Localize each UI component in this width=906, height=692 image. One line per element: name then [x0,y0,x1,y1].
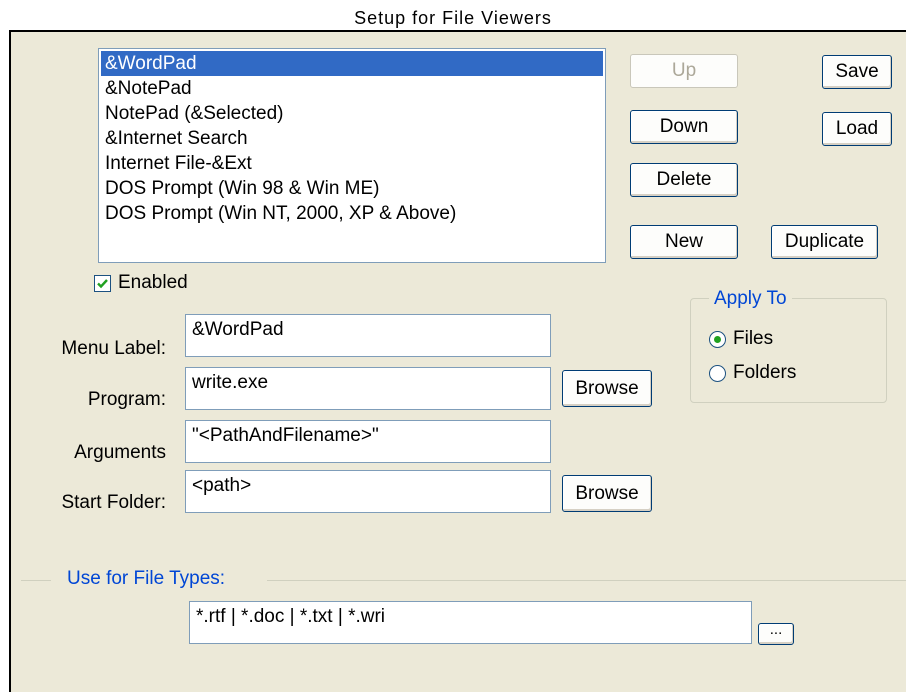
radio-selected-icon [714,336,721,343]
menu-label-input[interactable]: &WordPad [185,314,551,357]
browse-program-button[interactable]: Browse [562,370,652,407]
checkmark-icon [97,279,108,289]
load-button[interactable]: Load [822,112,892,146]
up-button[interactable]: Up [630,54,738,88]
apply-to-title: Apply To [709,288,792,310]
enabled-label: Enabled [118,272,188,293]
save-button[interactable]: Save [822,55,892,89]
viewer-list[interactable]: &WordPad &NotePad NotePad (&Selected) &I… [98,48,606,263]
start-folder-label: Start Folder: [61,492,166,513]
enabled-checkbox[interactable] [94,275,111,292]
files-radio[interactable] [709,331,726,348]
folders-radio-label: Folders [733,362,797,383]
list-item[interactable]: NotePad (&Selected) [101,101,603,126]
file-types-title: Use for File Types: [67,568,226,589]
list-item[interactable]: Internet File-&Ext [101,151,603,176]
list-item[interactable]: &WordPad [101,51,603,76]
list-item[interactable]: DOS Prompt (Win NT, 2000, XP & Above) [101,201,603,226]
file-types-input[interactable]: *.rtf | *.doc | *.txt | *.wri [189,601,752,644]
list-item[interactable]: &NotePad [101,76,603,101]
files-radio-label: Files [733,328,774,349]
down-button[interactable]: Down [630,110,738,144]
divider [267,580,906,581]
program-input[interactable]: write.exe [185,367,551,410]
setup-dialog: &WordPad &NotePad NotePad (&Selected) &I… [9,30,906,692]
file-types-more-button[interactable]: ... [758,622,794,645]
divider [21,580,51,581]
program-label: Program: [87,389,166,410]
menu-label-label: Menu Label: [61,338,166,359]
start-folder-input[interactable]: <path> [185,470,551,513]
folders-radio[interactable] [709,365,726,382]
browse-folder-button[interactable]: Browse [562,475,652,512]
list-item[interactable]: &Internet Search [101,126,603,151]
apply-to-group [690,298,887,403]
arguments-label: Arguments [74,442,166,463]
window-title: Setup for File Viewers [354,8,552,28]
new-button[interactable]: New [630,225,738,259]
list-item[interactable]: DOS Prompt (Win 98 & Win ME) [101,176,603,201]
delete-button[interactable]: Delete [630,163,738,197]
duplicate-button[interactable]: Duplicate [771,225,878,259]
arguments-input[interactable]: "<PathAndFilename>" [185,420,551,463]
